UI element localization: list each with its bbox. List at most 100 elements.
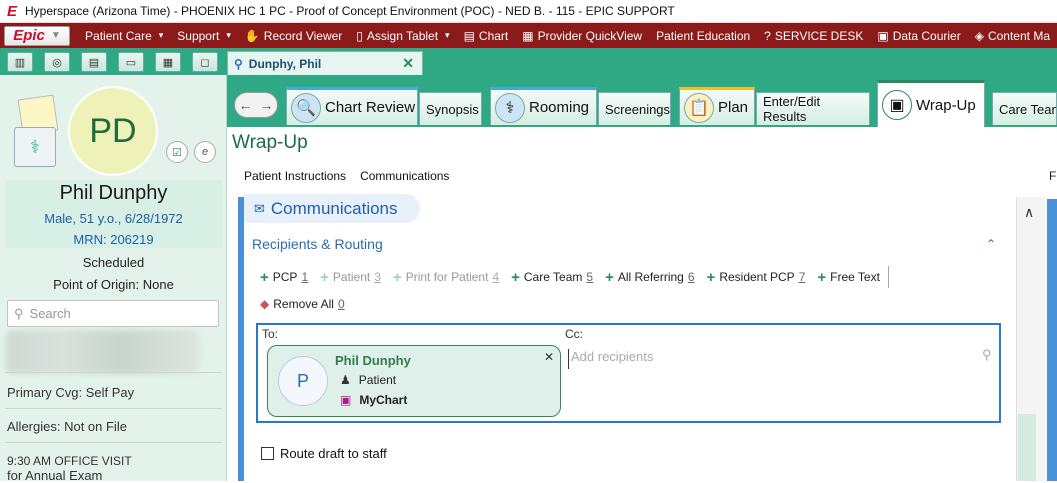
tab-label: Synopsis (426, 101, 479, 117)
chevron-down-icon: ▾ (226, 30, 231, 40)
communications-title: Communications (270, 198, 398, 218)
recipient-chip[interactable]: P Phil Dunphy ✕ ♟ Patient ▣ MyChart (267, 345, 561, 417)
menu-item-patient-care[interactable]: Patient Care ▾ (78, 23, 170, 48)
tab-rooming[interactable]: ⚕ Rooming (490, 87, 597, 125)
epic-e-icon[interactable]: e (194, 141, 216, 163)
dashboard-icon[interactable]: ▥ (7, 52, 33, 72)
section-accent-bar (238, 197, 244, 481)
scrollbar-thumb[interactable] (1018, 414, 1036, 481)
remove-recipient-icon[interactable]: ✕ (544, 350, 554, 364)
allergies[interactable]: Allergies: Not on File (7, 419, 127, 434)
recipients-routing-header: Recipients & Routing (252, 236, 383, 252)
tab-label: Enter/Edit Results (763, 94, 821, 124)
divider (887, 266, 889, 288)
sidebar-search-input[interactable]: ⚲ Search (7, 300, 219, 327)
quickview-icon: ▦ (522, 28, 534, 43)
menu-items: Patient Care ▾ Support ▾ ✋ Record Viewer ▯ Assi… (78, 23, 1057, 48)
route-button-print-for-patient[interactable]: + Print for Patient 4 (393, 269, 499, 286)
menu-item-data-courier[interactable]: ▣ Data Courier (870, 23, 967, 48)
avatar[interactable]: PD (68, 86, 158, 176)
route-button-count: 3 (374, 270, 381, 284)
route-draft-row[interactable]: Route draft to staff (261, 446, 387, 461)
inbox-icon[interactable]: ▭ (118, 52, 144, 72)
tab-chart-review[interactable]: 🔍 Chart Review (286, 87, 418, 125)
tab-screenings[interactable]: Screenings (598, 92, 671, 125)
recipients-box: To: Cc: P Phil Dunphy ✕ ♟ Patient ▣ MyCh… (256, 323, 1001, 423)
hand-icon: ✋ (244, 28, 260, 43)
route-button-free-text[interactable]: + Free Text (817, 269, 880, 286)
activity-tabs: ← → 🔍 Chart Review Synopsis ⚕ Rooming Sc… (227, 75, 1057, 127)
route-draft-checkbox[interactable] (261, 447, 274, 460)
link-patient-instructions[interactable]: Patient Instructions (244, 169, 346, 183)
route-button-resident-pcp[interactable]: + Resident PCP 7 (707, 269, 806, 286)
tab-plan[interactable]: 📋 Plan (679, 87, 755, 125)
route-button-care-team[interactable]: + Care Team 5 (511, 269, 593, 286)
epic-menu-label: Epic (13, 27, 45, 44)
diamond-icon: ◈ (974, 28, 984, 43)
recipient-role: Patient (358, 373, 397, 387)
cc-recipients-input[interactable]: Add recipients (568, 349, 988, 369)
plus-icon: + (511, 268, 520, 286)
patient-tab[interactable]: ⚲ Dunphy, Phil ✕ (227, 51, 423, 75)
route-button-patient[interactable]: + Patient 3 (320, 269, 381, 286)
scroll-up-icon[interactable]: ∧ (1024, 204, 1034, 221)
menu-item-provider-quickview[interactable]: ▦ Provider QuickView (515, 23, 649, 48)
stethoscope-icon[interactable]: ⚕ (14, 127, 56, 167)
primary-coverage: Primary Cvg: Self Pay (7, 385, 135, 400)
tab-synopsis[interactable]: Synopsis (419, 92, 482, 125)
menu-item-assign-tablet[interactable]: ▯ Assign Tablet ▾ (349, 23, 456, 48)
menu-item-label: Patient Care (85, 28, 152, 43)
forward-arrow-icon[interactable]: → (260, 97, 274, 113)
route-button-label: Free Text (830, 270, 880, 284)
menu-item-content-ma[interactable]: ◈ Content Ma (968, 23, 1057, 48)
route-button-count: 5 (586, 270, 594, 284)
window-titlebar: E Hyperspace (Arizona Time) - PHOENIX HC… (0, 0, 1057, 23)
tab-label: Wrap-Up (916, 96, 976, 114)
back-arrow-icon[interactable]: ← (239, 97, 253, 113)
binoculars-icon[interactable]: ◎ (44, 52, 70, 72)
tab-care-team[interactable]: Care Team (992, 92, 1057, 125)
eraser-icon: ◆ (260, 297, 270, 311)
route-button-label: Print for Patient (405, 270, 489, 284)
calendar-icon[interactable]: ▦ (155, 52, 181, 72)
patient-demographics: Male, 51 y.o., 6/28/1972 (44, 211, 183, 226)
remove-all-count: 0 (337, 297, 345, 311)
route-button-all-referring[interactable]: + All Referring 6 (605, 269, 694, 286)
plus-icon: + (817, 268, 827, 286)
tablet-icon: ▯ (356, 28, 363, 43)
recipient-channel: MyChart (359, 393, 408, 407)
nav-arrows[interactable]: ← → (234, 92, 278, 118)
patient-sidebar: ⚕ PD ☑ e Phil Dunphy Male, 51 y.o., 6/28… (0, 75, 227, 483)
menu-item-record-viewer[interactable]: ✋ Record Viewer (238, 23, 349, 48)
visit-time[interactable]: 9:30 AM OFFICE VISIT (7, 454, 132, 468)
courier-icon: ▣ (877, 28, 889, 43)
menu-item-label: Provider QuickView (537, 28, 643, 43)
tab-wrap-up[interactable]: ▣ Wrap-Up (877, 80, 985, 127)
route-button-count: 6 (687, 270, 695, 284)
menu-item-chart[interactable]: ▤ Chart (457, 23, 516, 48)
patient-name: Phil Dunphy (59, 182, 168, 204)
pin-icon: ⚲ (234, 56, 243, 71)
recipient-role-row: ♟ Patient (340, 373, 396, 387)
person-icon: ♟ (340, 373, 351, 387)
collapse-icon[interactable]: ⌃ (986, 237, 996, 251)
windows-icon[interactable]: ▤ (81, 52, 107, 72)
plus-icon: + (320, 268, 329, 286)
link-communications[interactable]: Communications (360, 169, 449, 183)
close-icon[interactable]: ✕ (402, 55, 414, 72)
remove-all-button[interactable]: ◆ Remove All 0 (260, 297, 345, 311)
menu-item-label: Patient Education (656, 28, 751, 43)
menu-item-patient-education[interactable]: Patient Education (649, 23, 757, 48)
divider (5, 408, 222, 409)
to-label: To: (262, 327, 279, 341)
epic-menu-button[interactable]: Epic ▼ (4, 25, 71, 46)
search-icon[interactable]: ⚲ (982, 347, 992, 363)
route-button-pcp[interactable]: + PCP 1 (260, 269, 308, 286)
tab-enter-edit-results[interactable]: Enter/Edit Results (756, 92, 870, 125)
plus-icon: + (706, 268, 716, 286)
recipient-name: Phil Dunphy (335, 353, 411, 368)
checkbox-icon[interactable]: ☑ (166, 141, 188, 163)
chat-icon[interactable]: ◻ (192, 52, 218, 72)
menu-item-support[interactable]: Support ▾ (170, 23, 238, 48)
menu-item-service-desk[interactable]: ? SERVICE DESK (757, 23, 870, 48)
